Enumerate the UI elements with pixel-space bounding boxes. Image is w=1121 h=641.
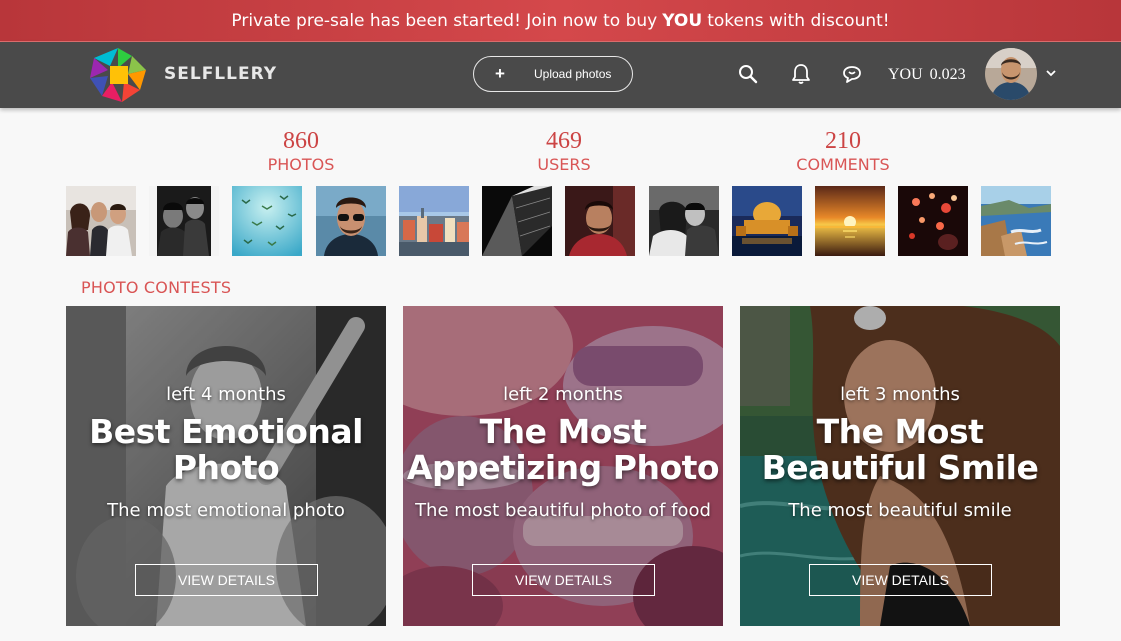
stat-photos-value: 860 — [283, 128, 319, 154]
photo-thumbnail[interactable] — [232, 186, 302, 256]
stat-comments[interactable]: 210 COMMENTS — [753, 127, 933, 174]
view-details-button[interactable]: VIEW DETAILS — [472, 564, 655, 596]
user-avatar[interactable] — [985, 48, 1037, 100]
search-icon[interactable] — [736, 62, 760, 86]
promo-text-after: tokens with discount! — [707, 10, 890, 31]
logo-icon[interactable] — [88, 46, 148, 104]
stat-users-label: USERS — [537, 155, 591, 174]
stat-users-value: 469 — [546, 128, 582, 154]
top-nav: SELFLLERY + Upload photos YOU 0.023 — [0, 42, 1121, 108]
token-balance[interactable]: YOU 0.023 — [888, 66, 966, 84]
bell-icon[interactable] — [789, 62, 813, 86]
plus-icon: + — [495, 64, 505, 83]
photo-thumbnail[interactable] — [149, 186, 219, 256]
token-symbol: YOU — [888, 66, 923, 83]
photo-thumbnail[interactable] — [66, 186, 136, 256]
chevron-down-icon[interactable] — [1045, 67, 1057, 79]
contest-title: Best Emotional Photo — [89, 412, 363, 487]
stat-photos[interactable]: 860 PHOTOS — [211, 127, 391, 174]
recent-photos-strip — [66, 186, 1052, 256]
photo-thumbnail[interactable] — [316, 186, 386, 256]
contest-time-left: left 4 months — [166, 384, 286, 405]
contest-card-most-beautiful-smile[interactable]: left 3 months The Most Beautiful Smile T… — [740, 306, 1060, 626]
photo-thumbnail[interactable] — [815, 186, 885, 256]
section-title-photo-contests: PHOTO CONTESTS — [81, 278, 232, 297]
token-amount: 0.023 — [929, 66, 966, 83]
promo-banner[interactable]: Private pre-sale has been started! Join … — [0, 0, 1121, 42]
contest-time-left: left 3 months — [840, 384, 960, 405]
photo-thumbnail[interactable] — [482, 186, 552, 256]
photo-thumbnail[interactable] — [898, 186, 968, 256]
view-details-button[interactable]: VIEW DETAILS — [135, 564, 318, 596]
contest-subtitle: The most beautiful photo of food — [415, 500, 711, 521]
photo-thumbnail[interactable] — [732, 186, 802, 256]
promo-token: YOU — [662, 10, 703, 31]
photo-thumbnail[interactable] — [649, 186, 719, 256]
chat-icon[interactable] — [840, 62, 864, 86]
contest-time-left: left 2 months — [503, 384, 623, 405]
view-details-button[interactable]: VIEW DETAILS — [809, 564, 992, 596]
stat-users[interactable]: 469 USERS — [474, 127, 654, 174]
contest-subtitle: The most emotional photo — [107, 500, 345, 521]
contest-title: The Most Beautiful Smile — [761, 412, 1039, 487]
photo-thumbnail[interactable] — [981, 186, 1051, 256]
contest-title: The Most Appetizing Photo — [406, 412, 720, 487]
upload-photos-label: Upload photos — [534, 67, 612, 81]
photo-thumbnail[interactable] — [399, 186, 469, 256]
contest-subtitle: The most beautiful smile — [788, 500, 1012, 521]
contest-card-most-appetizing[interactable]: left 2 months The Most Appetizing Photo … — [403, 306, 723, 626]
stat-photos-label: PHOTOS — [267, 155, 335, 174]
photo-thumbnail[interactable] — [565, 186, 635, 256]
stat-comments-value: 210 — [825, 128, 861, 154]
upload-photos-button[interactable]: + Upload photos — [473, 56, 633, 92]
promo-text-before: Private pre-sale has been started! Join … — [231, 10, 658, 31]
stat-comments-label: COMMENTS — [796, 155, 890, 174]
contest-card-best-emotional[interactable]: left 4 months Best Emotional Photo The m… — [66, 306, 386, 626]
brand-name[interactable]: SELFLLERY — [164, 64, 277, 84]
